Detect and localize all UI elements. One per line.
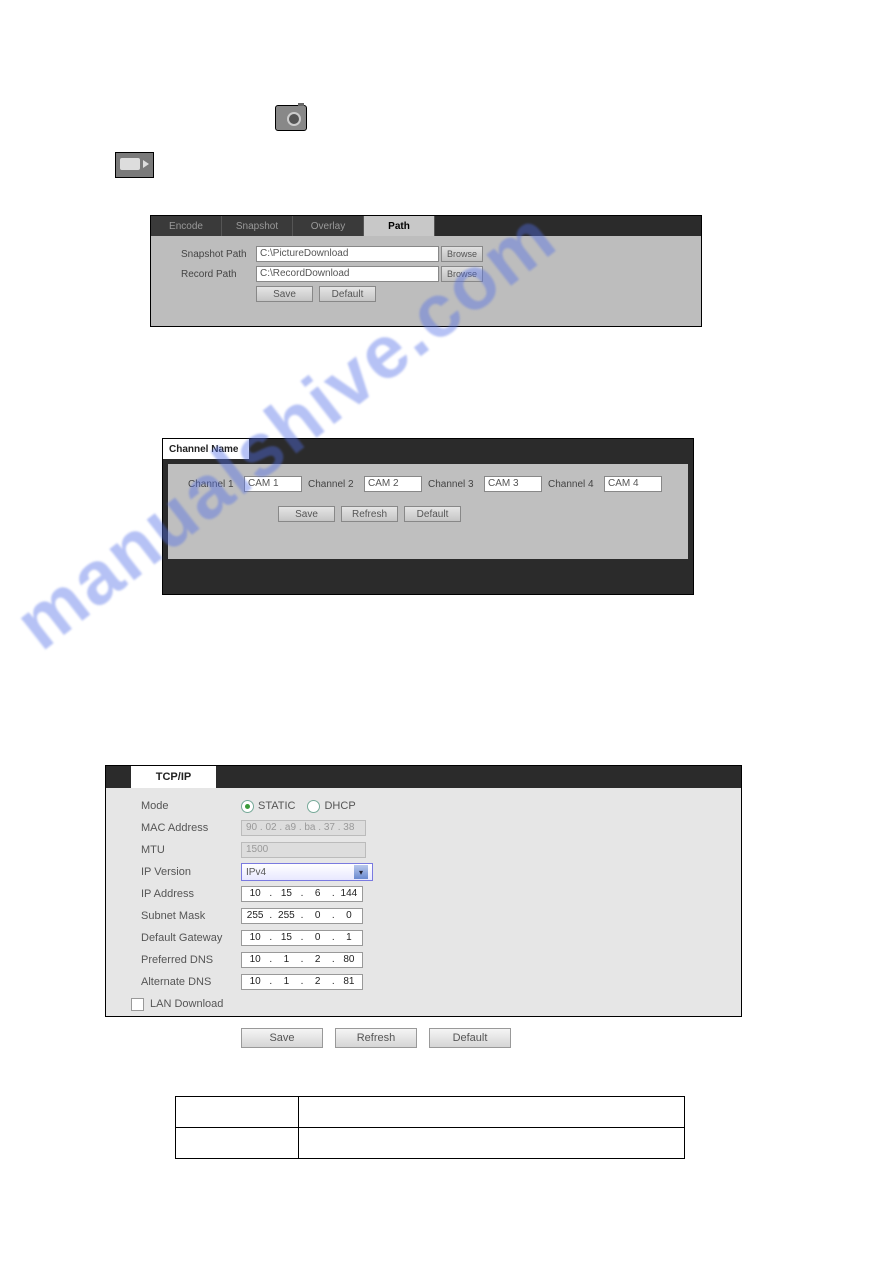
ip-seg[interactable]: 2	[305, 953, 331, 967]
alternate-dns-input[interactable]: 10. 1. 2. 81	[241, 974, 363, 990]
mac-input: 90 . 02 . a9 . ba . 37 . 38	[241, 820, 366, 836]
channel-save-button[interactable]: Save	[278, 506, 335, 522]
channel-name-panel: Channel Name Channel 1 CAM 1 Channel 2 C…	[162, 438, 694, 595]
camera-still-icon	[275, 105, 307, 131]
ip-seg[interactable]: 10	[242, 975, 268, 989]
preferred-dns-label: Preferred DNS	[141, 954, 241, 966]
ip-seg[interactable]: 1	[273, 953, 299, 967]
tab-overlay[interactable]: Overlay	[293, 216, 364, 236]
table-row	[176, 1128, 685, 1159]
gateway-label: Default Gateway	[141, 932, 241, 944]
ipversion-label: IP Version	[141, 866, 241, 878]
ip-seg[interactable]: 0	[305, 909, 331, 923]
mode-static-radio[interactable]	[241, 800, 254, 813]
channel-3-input[interactable]: CAM 3	[484, 476, 542, 492]
ipversion-value: IPv4	[246, 867, 266, 878]
ip-seg[interactable]: 81	[336, 975, 362, 989]
channel-2-input[interactable]: CAM 2	[364, 476, 422, 492]
channel-2-label: Channel 2	[308, 479, 358, 490]
ip-seg[interactable]: 10	[242, 931, 268, 945]
record-path-input[interactable]: C:\RecordDownload	[256, 266, 439, 282]
mac-label: MAC Address	[141, 822, 241, 834]
preferred-dns-input[interactable]: 10. 1. 2. 80	[241, 952, 363, 968]
tcpip-refresh-button[interactable]: Refresh	[335, 1028, 417, 1048]
alternate-dns-label: Alternate DNS	[141, 976, 241, 988]
ip-seg[interactable]: 2	[305, 975, 331, 989]
ipversion-select[interactable]: IPv4 ▾	[241, 863, 373, 881]
channel-4-input[interactable]: CAM 4	[604, 476, 662, 492]
mode-label: Mode	[141, 800, 241, 812]
channel-default-button[interactable]: Default	[404, 506, 461, 522]
channel-1-input[interactable]: CAM 1	[244, 476, 302, 492]
subnet-mask-input[interactable]: 255. 255. 0. 0	[241, 908, 363, 924]
mode-static-label: STATIC	[258, 800, 295, 812]
chevron-down-icon: ▾	[354, 865, 368, 879]
tab-path[interactable]: Path	[364, 216, 435, 236]
ip-seg[interactable]: 255	[242, 909, 268, 923]
channel-1-label: Channel 1	[188, 479, 238, 490]
ip-seg[interactable]: 15	[273, 931, 299, 945]
tab-encode[interactable]: Encode	[151, 216, 222, 236]
subnet-mask-label: Subnet Mask	[141, 910, 241, 922]
channel-refresh-button[interactable]: Refresh	[341, 506, 398, 522]
snapshot-path-input[interactable]: C:\PictureDownload	[256, 246, 439, 262]
ip-seg[interactable]: 80	[336, 953, 362, 967]
tcpip-save-button[interactable]: Save	[241, 1028, 323, 1048]
parameter-table	[175, 1096, 685, 1159]
lan-download-label: LAN Download	[150, 998, 223, 1010]
tab-snapshot[interactable]: Snapshot	[222, 216, 293, 236]
ip-seg[interactable]: 0	[305, 931, 331, 945]
ip-address-label: IP Address	[141, 888, 241, 900]
gateway-input[interactable]: 10. 15. 0. 1	[241, 930, 363, 946]
tab-tcpip[interactable]: TCP/IP	[131, 766, 216, 788]
path-settings-panel: Encode Snapshot Overlay Path Snapshot Pa…	[150, 215, 702, 327]
tcpip-default-button[interactable]: Default	[429, 1028, 511, 1048]
tcpip-panel: TCP/IP Mode STATIC DHCP MAC Address 90 .…	[105, 765, 742, 1017]
mtu-input: 1500	[241, 842, 366, 858]
mtu-label: MTU	[141, 844, 241, 856]
lan-download-checkbox[interactable]	[131, 998, 144, 1011]
ip-seg[interactable]: 6	[305, 887, 331, 901]
snapshot-path-label: Snapshot Path	[181, 249, 256, 260]
ip-seg[interactable]: 144	[336, 887, 362, 901]
ip-seg[interactable]: 10	[242, 953, 268, 967]
record-browse-button[interactable]: Browse	[441, 266, 483, 282]
channel-4-label: Channel 4	[548, 479, 598, 490]
path-default-button[interactable]: Default	[319, 286, 376, 302]
tab-channel-name[interactable]: Channel Name	[163, 439, 249, 459]
ip-seg[interactable]: 1	[336, 931, 362, 945]
channel-3-label: Channel 3	[428, 479, 478, 490]
camera-record-icon	[115, 152, 154, 178]
ip-seg[interactable]: 10	[242, 887, 268, 901]
path-save-button[interactable]: Save	[256, 286, 313, 302]
mode-dhcp-label: DHCP	[324, 800, 355, 812]
table-row	[176, 1097, 685, 1128]
ip-seg[interactable]: 15	[273, 887, 299, 901]
ip-seg[interactable]: 255	[273, 909, 299, 923]
ip-seg[interactable]: 0	[336, 909, 362, 923]
snapshot-browse-button[interactable]: Browse	[441, 246, 483, 262]
record-path-label: Record Path	[181, 269, 256, 280]
mode-dhcp-radio[interactable]	[307, 800, 320, 813]
ip-address-input[interactable]: 10. 15. 6. 144	[241, 886, 363, 902]
ip-seg[interactable]: 1	[273, 975, 299, 989]
